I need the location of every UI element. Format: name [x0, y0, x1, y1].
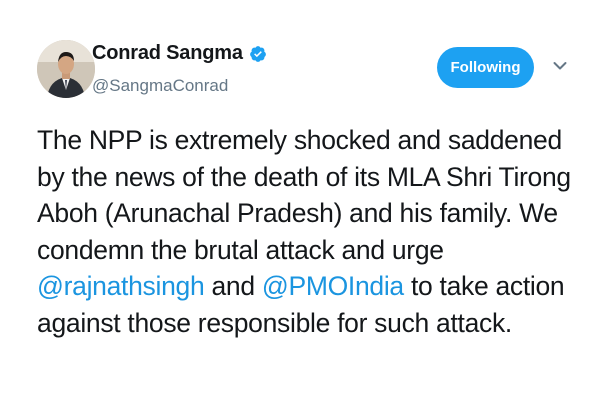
mention-link[interactable]: @PMOIndia: [262, 271, 404, 301]
avatar[interactable]: [37, 40, 95, 98]
verified-badge-icon: [249, 45, 267, 63]
user-handle[interactable]: @SangmaConrad: [92, 76, 228, 96]
tweet-card: Conrad Sangma @SangmaConrad Following Th…: [0, 0, 600, 400]
author-name-row: Conrad Sangma: [92, 42, 267, 65]
following-button[interactable]: Following: [437, 47, 534, 88]
tweet-text-part: and: [204, 271, 262, 301]
tweet-text: The NPP is extremely shocked and saddene…: [37, 122, 582, 341]
chevron-down-icon[interactable]: [553, 61, 567, 71]
tweet-text-part: The NPP is extremely shocked and saddene…: [37, 125, 571, 265]
mention-link[interactable]: @rajnathsingh: [37, 271, 205, 301]
profile-photo: [37, 40, 95, 98]
display-name[interactable]: Conrad Sangma: [92, 42, 243, 65]
